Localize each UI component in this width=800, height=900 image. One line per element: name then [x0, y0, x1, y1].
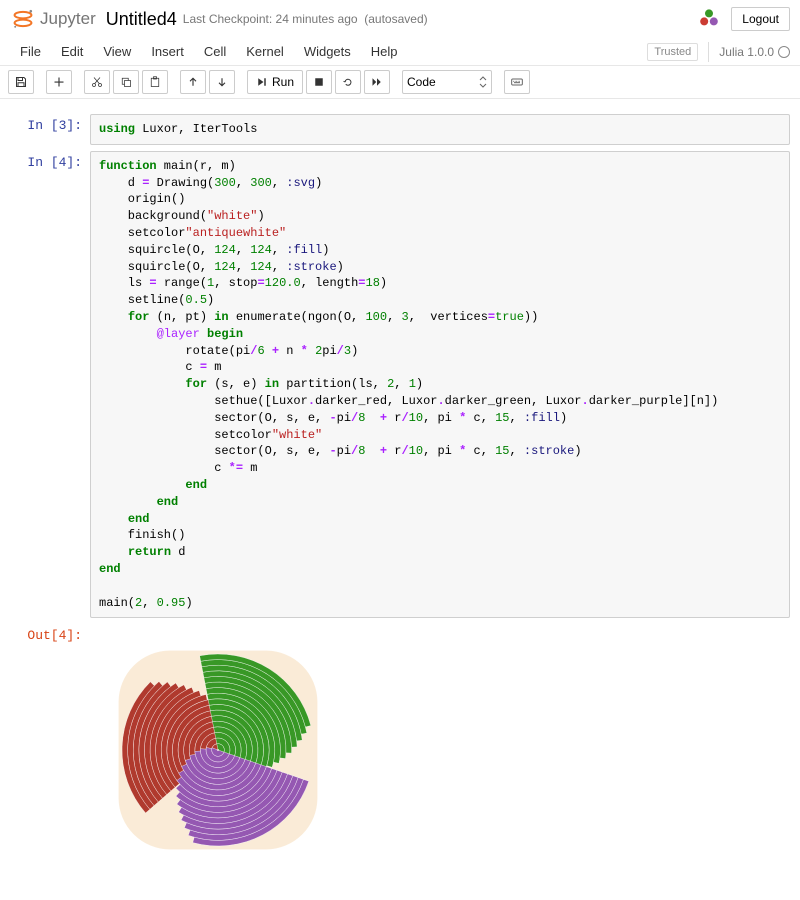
code-cell[interactable]: In [4]: function main(r, m) d = Drawing(…	[10, 151, 790, 619]
copy-icon	[120, 76, 132, 88]
trusted-badge[interactable]: Trusted	[647, 43, 698, 61]
fast-forward-button[interactable]	[364, 70, 390, 94]
move-up-button[interactable]	[180, 70, 206, 94]
plus-icon	[53, 76, 65, 88]
jupyter-text: Jupyter	[40, 9, 96, 29]
menu-insert[interactable]: Insert	[141, 40, 194, 63]
save-icon	[15, 76, 27, 88]
play-step-icon	[256, 76, 268, 88]
output-cell: Out[4]:	[10, 624, 790, 879]
kernel-name[interactable]: Julia 1.0.0	[719, 45, 790, 59]
input-prompt: In [3]:	[10, 114, 90, 145]
move-down-button[interactable]	[209, 70, 235, 94]
stop-button[interactable]	[306, 70, 332, 94]
keyboard-icon	[511, 76, 523, 88]
julia-logo-icon	[697, 7, 721, 31]
logout-button[interactable]: Logout	[731, 7, 790, 31]
paste-button[interactable]	[142, 70, 168, 94]
output-area	[90, 624, 790, 879]
menu-help[interactable]: Help	[361, 40, 408, 63]
cell-type-select[interactable]: Code	[402, 70, 492, 94]
jupyter-logo[interactable]: Jupyter	[10, 6, 96, 32]
cut-button[interactable]	[84, 70, 110, 94]
menu-edit[interactable]: Edit	[51, 40, 93, 63]
restart-button[interactable]	[335, 70, 361, 94]
notebook-container: In [3]: using Luxor, IterTools In [4]: f…	[0, 99, 800, 900]
add-cell-button[interactable]	[46, 70, 72, 94]
svg-output-image	[98, 630, 338, 870]
menu-kernel[interactable]: Kernel	[236, 40, 294, 63]
menu-cell[interactable]: Cell	[194, 40, 236, 63]
menu-view[interactable]: View	[93, 40, 141, 63]
menu-widgets[interactable]: Widgets	[294, 40, 361, 63]
code-input[interactable]: using Luxor, IterTools	[90, 114, 790, 145]
code-input[interactable]: function main(r, m) d = Drawing(300, 300…	[90, 151, 790, 619]
fast-forward-icon	[371, 76, 383, 88]
save-button[interactable]	[8, 70, 34, 94]
arrow-up-icon	[187, 76, 199, 88]
cut-icon	[91, 76, 103, 88]
arrow-down-icon	[216, 76, 228, 88]
header: Jupyter Untitled4 Last Checkpoint: 24 mi…	[0, 0, 800, 38]
toolbar: Run Code	[0, 66, 800, 99]
code-cell[interactable]: In [3]: using Luxor, IterTools	[10, 114, 790, 145]
input-prompt: In [4]:	[10, 151, 90, 619]
command-palette-button[interactable]	[504, 70, 530, 94]
notebook-title[interactable]: Untitled4	[106, 9, 177, 30]
menu-file[interactable]: File	[10, 40, 51, 63]
copy-button[interactable]	[113, 70, 139, 94]
stop-icon	[313, 76, 325, 88]
run-button[interactable]: Run	[247, 70, 303, 94]
paste-icon	[149, 76, 161, 88]
jupyter-icon	[10, 6, 36, 32]
restart-icon	[342, 76, 354, 88]
output-prompt: Out[4]:	[10, 624, 90, 879]
kernel-status-icon	[778, 46, 790, 58]
checkpoint-text: Last Checkpoint: 24 minutes ago (autosav…	[183, 12, 428, 26]
menubar: File Edit View Insert Cell Kernel Widget…	[0, 38, 800, 66]
dropdown-arrows-icon	[479, 76, 487, 88]
